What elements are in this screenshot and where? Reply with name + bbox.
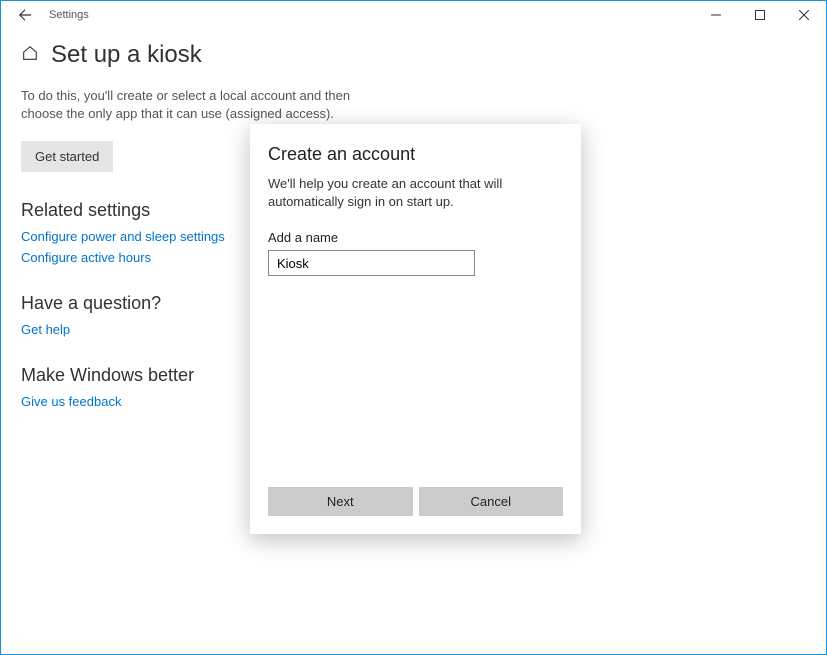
back-button[interactable] (9, 1, 41, 29)
cancel-button[interactable]: Cancel (419, 487, 564, 516)
dialog-actions: Next Cancel (268, 487, 563, 516)
next-button[interactable]: Next (268, 487, 413, 516)
titlebar: Settings (1, 1, 826, 29)
create-account-dialog: Create an account We'll help you create … (250, 124, 581, 534)
page-title: Set up a kiosk (51, 41, 202, 69)
back-arrow-icon (18, 8, 32, 22)
get-started-button[interactable]: Get started (21, 141, 113, 172)
name-input[interactable] (268, 250, 475, 276)
dialog-title: Create an account (268, 144, 563, 165)
minimize-icon (711, 10, 721, 20)
name-field-label: Add a name (268, 230, 563, 245)
page-description: To do this, you'll create or select a lo… (21, 87, 381, 123)
close-button[interactable] (782, 1, 826, 29)
maximize-button[interactable] (738, 1, 782, 29)
page-header: Set up a kiosk (21, 41, 806, 69)
minimize-button[interactable] (694, 1, 738, 29)
home-icon (21, 44, 39, 67)
close-icon (799, 10, 809, 20)
dialog-text: We'll help you create an account that wi… (268, 175, 563, 210)
window-title: Settings (49, 9, 89, 21)
maximize-icon (755, 10, 765, 20)
window-controls (694, 1, 826, 29)
